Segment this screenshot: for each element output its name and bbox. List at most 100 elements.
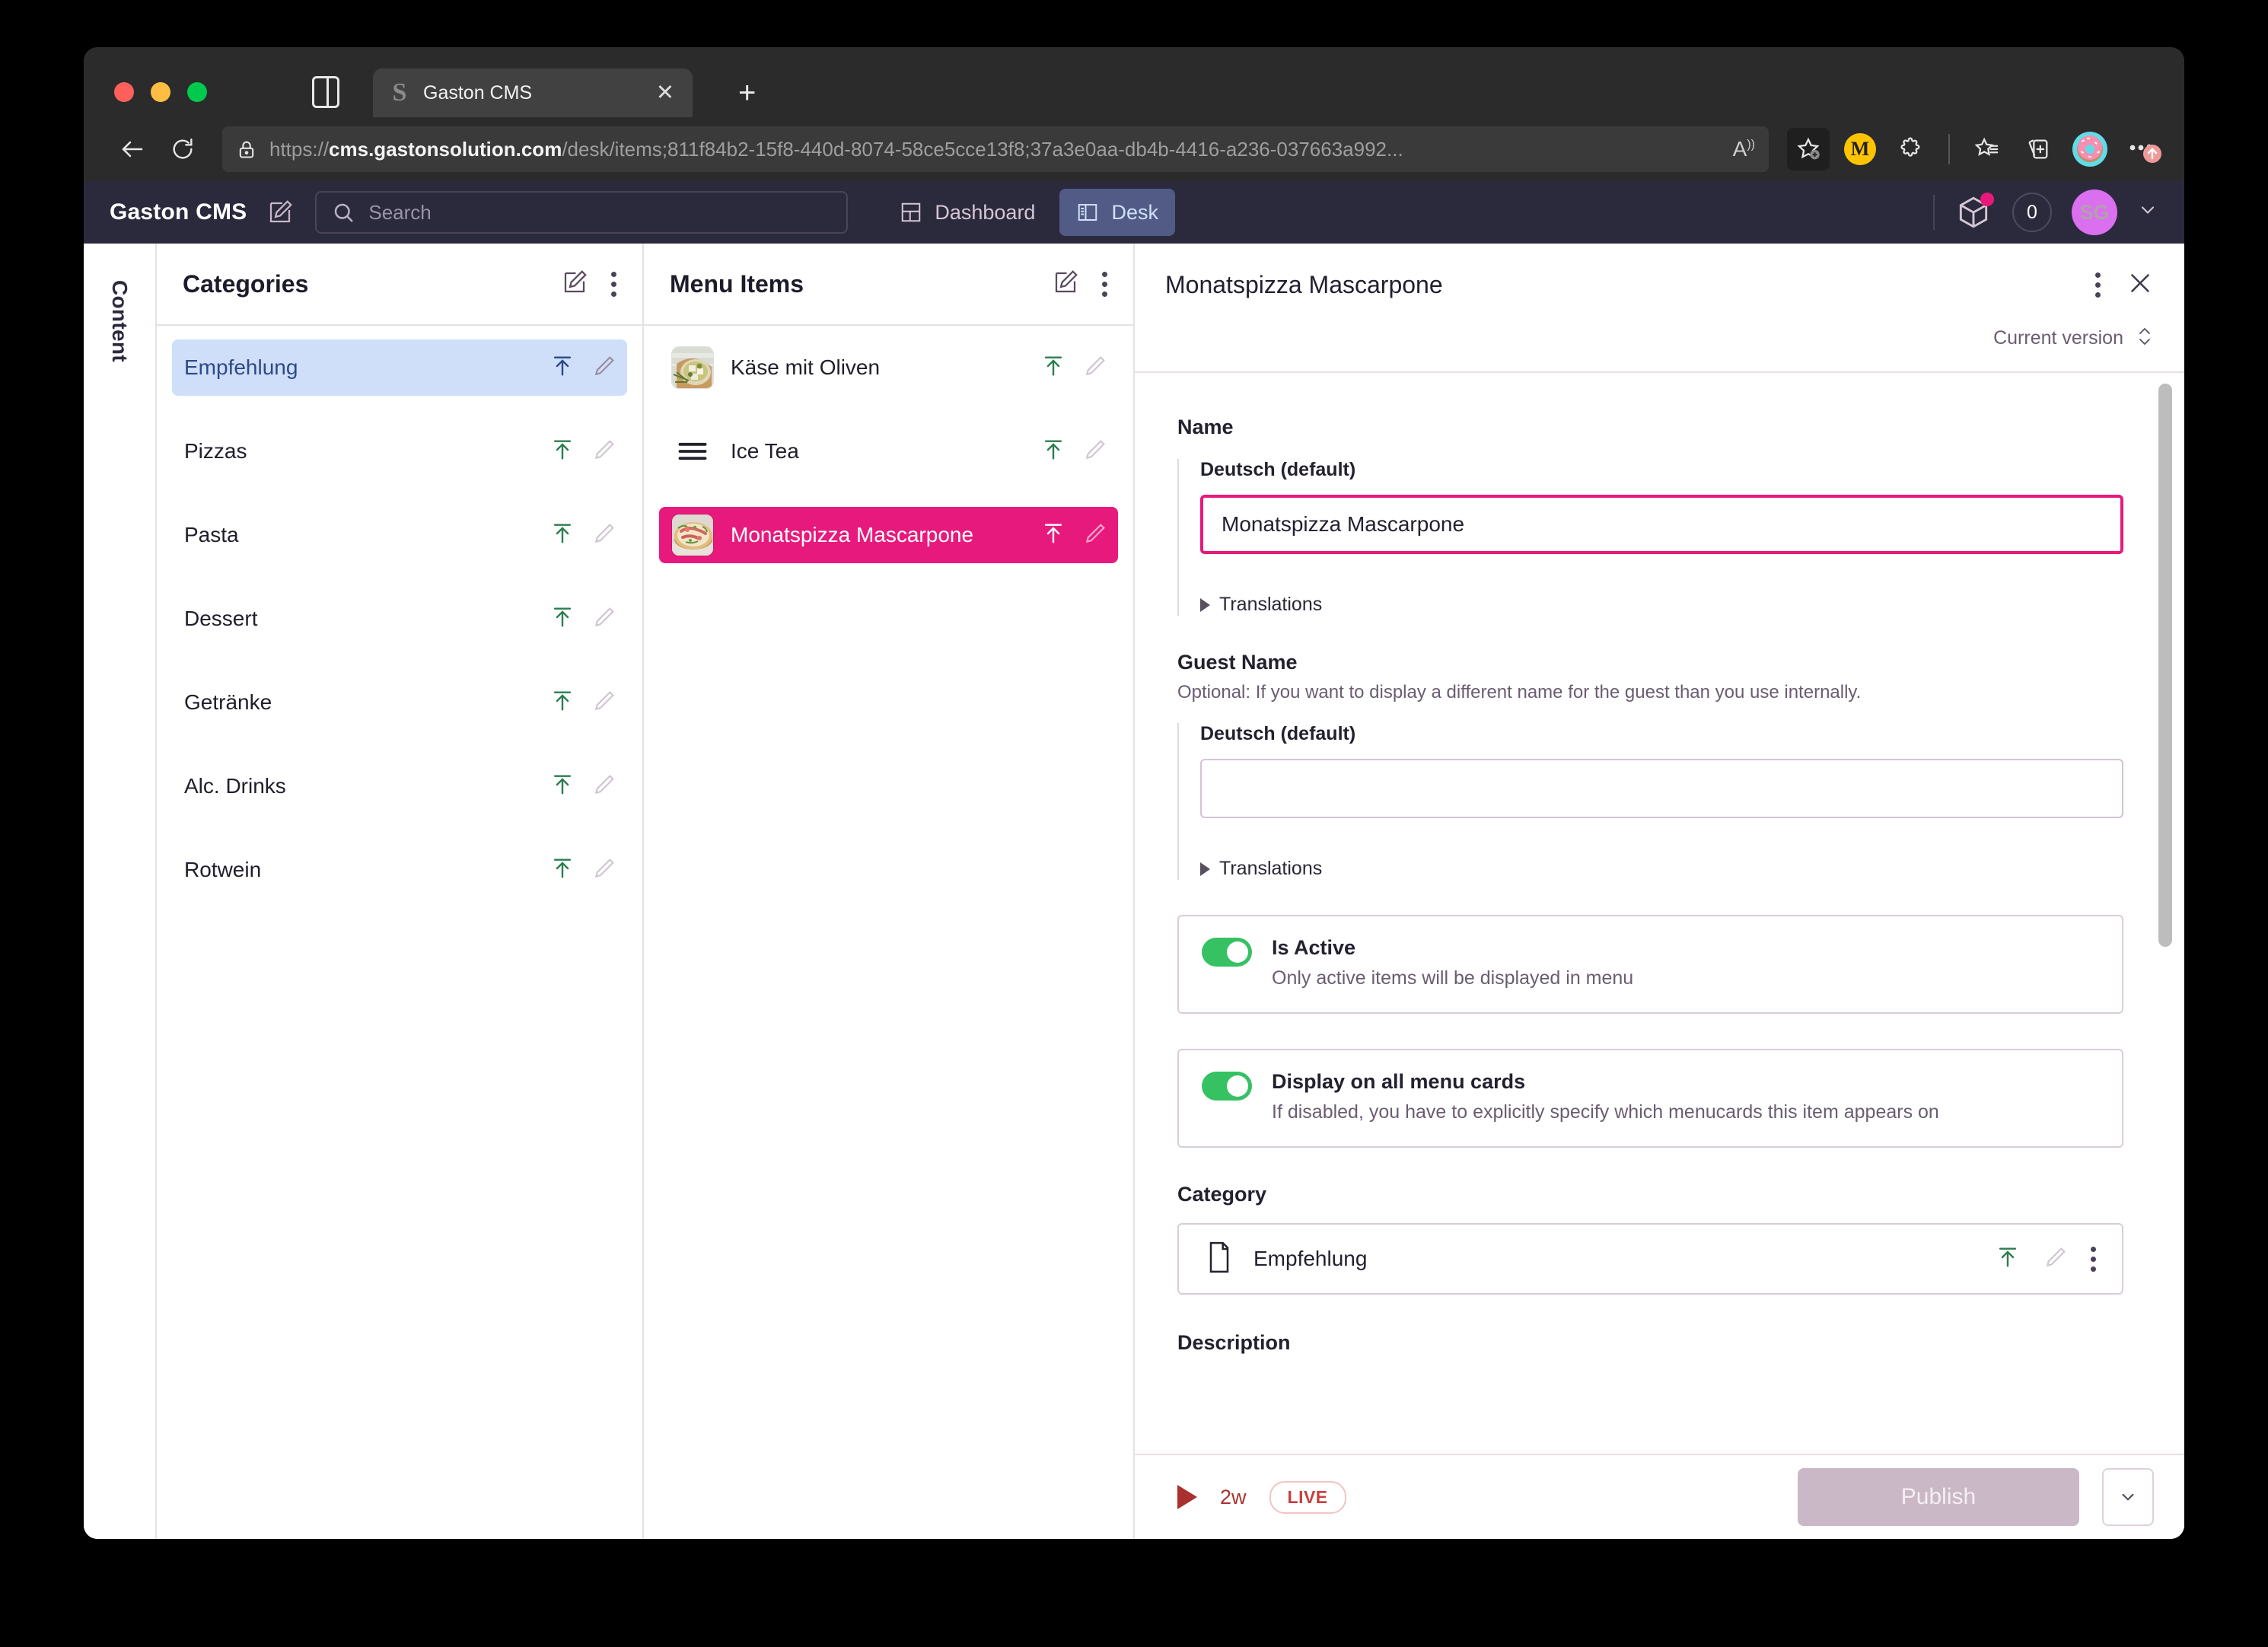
- nav-tab-dashboard-label: Dashboard: [935, 200, 1036, 224]
- category-reference-row[interactable]: Empfehlung: [1177, 1223, 2123, 1295]
- is-active-label: Is Active: [1272, 936, 1356, 959]
- nav-tab-desk[interactable]: Desk: [1059, 189, 1175, 236]
- menu-item-row[interactable]: Monatspizza Mascarpone: [659, 507, 1118, 563]
- maximize-window-button[interactable]: [187, 82, 207, 102]
- edit-icon[interactable]: [1083, 354, 1107, 382]
- window-controls[interactable]: [114, 82, 207, 102]
- field-name-label: Name: [1177, 416, 1234, 438]
- add-favorite-icon[interactable]: [1787, 128, 1830, 170]
- create-menu-item-icon[interactable]: [1052, 269, 1079, 300]
- publish-status-icon[interactable]: [549, 604, 575, 634]
- extensions-icon[interactable]: [1891, 128, 1933, 170]
- extension-m-icon[interactable]: M: [1839, 128, 1881, 170]
- publish-status-icon[interactable]: [1040, 521, 1066, 550]
- category-row[interactable]: Empfehlung: [172, 339, 627, 396]
- edit-icon[interactable]: [592, 605, 616, 633]
- field-is-active[interactable]: Is Active Only active items will be disp…: [1177, 915, 2123, 1014]
- browser-tab[interactable]: S Gaston CMS ✕: [373, 68, 693, 117]
- close-window-button[interactable]: [114, 82, 134, 102]
- search-icon: [335, 203, 353, 222]
- edit-icon[interactable]: [1083, 438, 1107, 466]
- detail-scrollbar[interactable]: [2158, 384, 2172, 947]
- create-category-icon[interactable]: [561, 269, 588, 300]
- content-rail[interactable]: Content: [84, 244, 157, 1539]
- thumbnail-cheese-olives: [671, 346, 714, 389]
- publish-options-icon[interactable]: [2102, 1468, 2154, 1526]
- category-row[interactable]: Pasta: [172, 507, 627, 563]
- package-icon[interactable]: [1954, 193, 1994, 231]
- category-label: Getränke: [184, 690, 272, 714]
- menu-item-row[interactable]: Käse mit Oliven: [659, 339, 1118, 396]
- publish-button[interactable]: Publish: [1798, 1468, 2079, 1526]
- is-active-toggle[interactable]: [1202, 938, 1252, 967]
- edit-icon[interactable]: [592, 354, 616, 382]
- tab-list-icon[interactable]: [312, 76, 339, 108]
- publish-status-icon[interactable]: [549, 521, 575, 550]
- app-header: Gaston CMS Search Dashboard Desk 0 SG: [84, 181, 2184, 244]
- back-icon[interactable]: [111, 128, 154, 170]
- package-badge-dot: [1980, 193, 1994, 206]
- category-label: Rotwein: [184, 858, 262, 881]
- category-row[interactable]: Pizzas: [172, 423, 627, 479]
- detail-menu-icon[interactable]: [2095, 272, 2101, 298]
- minimize-window-button[interactable]: [151, 82, 170, 102]
- publish-status-icon[interactable]: [1040, 353, 1066, 383]
- category-row[interactable]: Rotwein: [172, 842, 627, 898]
- category-reference-menu-icon[interactable]: [2091, 1246, 2096, 1272]
- favorites-icon[interactable]: [1965, 128, 2008, 170]
- history-play-icon[interactable]: [1177, 1485, 1197, 1509]
- publish-status-icon[interactable]: [549, 353, 575, 383]
- edit-brand-icon[interactable]: [266, 199, 294, 226]
- field-guest-name-translations-label: Translations: [1219, 858, 1323, 879]
- address-bar[interactable]: https://cms.gastonsolution.com/desk/item…: [222, 126, 1769, 172]
- edit-icon[interactable]: [592, 438, 616, 466]
- edit-icon[interactable]: [592, 773, 616, 801]
- publish-status-icon[interactable]: [1040, 437, 1066, 467]
- field-name-input[interactable]: Monatspizza Mascarpone: [1200, 495, 2123, 554]
- close-icon[interactable]: [2126, 269, 2154, 301]
- category-row[interactable]: Alc. Drinks: [172, 758, 627, 814]
- field-guest-name-translations-toggle[interactable]: Translations: [1200, 858, 2123, 880]
- categories-pane-menu-icon[interactable]: [611, 271, 616, 297]
- edit-icon[interactable]: [2043, 1245, 2068, 1273]
- publish-status-icon[interactable]: [549, 772, 575, 801]
- new-tab-icon[interactable]: +: [738, 78, 756, 108]
- category-row[interactable]: Dessert: [172, 591, 627, 647]
- edit-icon[interactable]: [592, 521, 616, 550]
- detail-header: Monatspizza Mascarpone Current version: [1135, 244, 2184, 371]
- version-stepper-icon[interactable]: [2136, 323, 2154, 353]
- collections-icon[interactable]: [2017, 128, 2059, 170]
- field-name-translations-toggle[interactable]: Translations: [1200, 594, 2123, 616]
- category-label: Empfehlung: [184, 355, 298, 379]
- field-guest-name-input[interactable]: [1200, 759, 2123, 818]
- lock-icon: [236, 139, 257, 160]
- search-input[interactable]: Search: [315, 191, 849, 234]
- edit-icon[interactable]: [1083, 521, 1107, 550]
- settings-more-icon[interactable]: [2120, 128, 2163, 170]
- display-all-menucards-toggle[interactable]: [1202, 1072, 1252, 1101]
- publish-status-icon[interactable]: [549, 437, 575, 467]
- chevron-down-icon[interactable]: [2137, 199, 2158, 225]
- category-row[interactable]: Getränke: [172, 674, 627, 731]
- publish-status-icon[interactable]: [549, 688, 575, 718]
- publish-status-icon[interactable]: [1995, 1244, 2021, 1274]
- reload-icon[interactable]: [161, 128, 204, 170]
- field-guest-name-label: Guest Name: [1177, 651, 1298, 674]
- profile-donut-icon[interactable]: [2069, 128, 2111, 170]
- close-tab-icon[interactable]: ✕: [651, 81, 679, 104]
- version-selector[interactable]: Current version: [1165, 323, 2154, 371]
- edit-icon[interactable]: [592, 689, 616, 717]
- chevron-right-icon: [1200, 862, 1210, 876]
- detail-form: Name Deutsch (default) Monatspizza Masca…: [1135, 373, 2184, 1454]
- field-display-all-menucards[interactable]: Display on all menu cards If disabled, y…: [1177, 1049, 2123, 1148]
- read-aloud-icon[interactable]: A)): [1733, 137, 1755, 161]
- publish-status-icon[interactable]: [549, 855, 575, 885]
- edit-icon[interactable]: [592, 856, 616, 884]
- menu-item-row[interactable]: Ice Tea: [659, 423, 1118, 479]
- avatar[interactable]: SG: [2072, 190, 2117, 235]
- is-active-help: Only active items will be displayed in m…: [1272, 967, 1634, 989]
- menu-items-pane-menu-icon[interactable]: [1102, 271, 1107, 297]
- app-nav: Dashboard Desk: [883, 189, 1175, 236]
- nav-tab-dashboard[interactable]: Dashboard: [883, 189, 1052, 236]
- notification-count[interactable]: 0: [2012, 193, 2052, 232]
